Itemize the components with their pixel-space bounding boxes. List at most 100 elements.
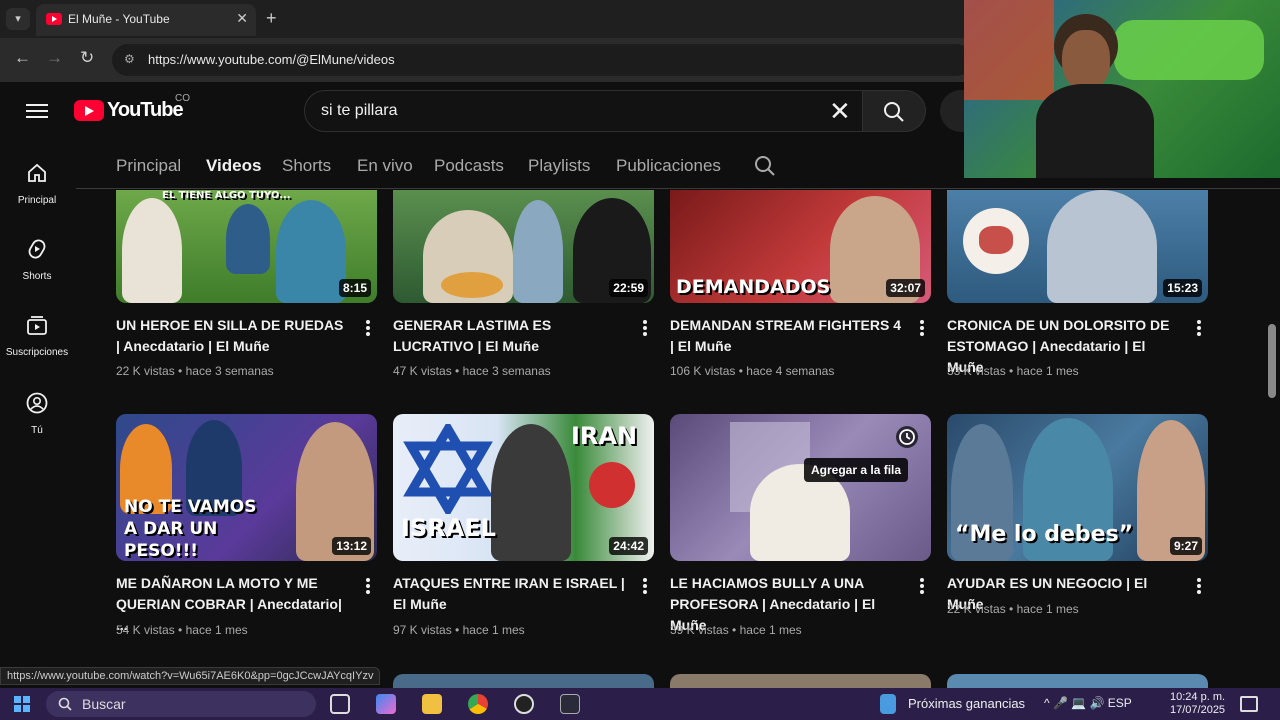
- search-input[interactable]: si te pillara ✕: [304, 90, 864, 132]
- more-actions-icon[interactable]: [1197, 320, 1201, 338]
- tab-podcasts[interactable]: Podcasts: [434, 156, 504, 176]
- video-duration: 9:27: [1169, 537, 1202, 555]
- video-views: 22 K vistas: [947, 602, 1006, 616]
- thumbnail-figure: [276, 200, 346, 303]
- tab-en-vivo[interactable]: En vivo: [357, 156, 413, 176]
- news-widget-icon[interactable]: [880, 694, 896, 714]
- webcam-graffiti: [1114, 20, 1264, 80]
- more-actions-icon[interactable]: [920, 320, 924, 338]
- add-to-queue-tooltip: Agregar a la fila: [804, 458, 909, 482]
- more-actions-icon[interactable]: [366, 578, 370, 596]
- sidebar-item-shorts[interactable]: Shorts: [0, 238, 74, 284]
- url-field[interactable]: ⚙ https://www.youtube.com/@ElMune/videos: [112, 44, 972, 76]
- site-info-icon[interactable]: ⚙: [124, 52, 138, 66]
- video-age: hace 1 mes: [739, 623, 802, 637]
- video-title[interactable]: GENERAR LASTIMA ES LUCRATIVO | El Muñe: [393, 315, 625, 357]
- more-actions-icon[interactable]: [643, 578, 647, 596]
- video-thumbnail[interactable]: “Me lo debes” 9:27: [947, 414, 1208, 561]
- taskbar-search-placeholder: Buscar: [82, 696, 126, 712]
- video-thumbnail[interactable]: [670, 674, 931, 688]
- video-thumbnail[interactable]: [947, 674, 1208, 688]
- more-actions-icon[interactable]: [643, 320, 647, 338]
- video-title[interactable]: UN HEROE EN SILLA DE RUEDAS | Anecdatari…: [116, 315, 348, 357]
- tab-search-menu-button[interactable]: ▾: [6, 8, 30, 30]
- more-actions-icon[interactable]: [1197, 578, 1201, 596]
- youtube-logo-icon[interactable]: [74, 100, 104, 121]
- tab-close-icon[interactable]: ✕: [236, 10, 248, 27]
- chrome-icon[interactable]: [468, 694, 488, 714]
- video-views: 54 K vistas: [116, 623, 175, 637]
- thumbnail-overlay-text-secondary: IRAN: [571, 422, 638, 450]
- video-thumbnail[interactable]: EL TIENE ALGO TUYO... 8:15: [116, 190, 377, 303]
- notifications-icon[interactable]: [1240, 696, 1258, 712]
- new-tab-button[interactable]: +: [266, 8, 277, 28]
- video-thumbnail[interactable]: [393, 674, 654, 688]
- windows-start-icon[interactable]: [14, 696, 30, 712]
- video-duration: 8:15: [338, 279, 371, 297]
- copilot-icon[interactable]: [376, 694, 396, 714]
- davinci-resolve-icon[interactable]: [560, 694, 580, 714]
- home-icon: [28, 163, 46, 182]
- meta-separator: •: [738, 364, 743, 378]
- tab-publicaciones[interactable]: Publicaciones: [616, 156, 721, 176]
- thumbnail-overlay-text: DEMANDADOS: [676, 276, 831, 298]
- video-title[interactable]: ATAQUES ENTRE IRAN E ISRAEL | El Muñe: [393, 573, 625, 615]
- thumbnail-overlay-text: “Me lo debes”: [955, 522, 1134, 547]
- tab-videos[interactable]: Videos: [206, 156, 261, 176]
- webcam-background-art: [964, 0, 1054, 100]
- tab-playlists[interactable]: Playlists: [528, 156, 590, 176]
- taskbar-clock[interactable]: 10:24 p. m. 17/07/2025: [1170, 691, 1225, 717]
- browser-tab[interactable]: El Muñe - YouTube ✕: [36, 4, 256, 36]
- tabs-divider: [76, 188, 1280, 189]
- input-language[interactable]: ESP: [1108, 696, 1132, 710]
- video-views: 106 K vistas: [670, 364, 736, 378]
- sidebar-item-label: Tú: [31, 425, 43, 436]
- thumbnail-overlay-text: NO TE VAMOS A DAR UN PESO!!!: [124, 497, 257, 561]
- video-thumbnail[interactable]: NO TE VAMOS A DAR UN PESO!!! 13:12: [116, 414, 377, 561]
- page-scrollbar[interactable]: [1268, 324, 1276, 398]
- video-duration: 24:42: [609, 537, 648, 555]
- video-thumbnail[interactable]: [670, 414, 931, 561]
- video-thumbnail[interactable]: ISRAEL IRAN 24:42: [393, 414, 654, 561]
- link-status-bar: https://www.youtube.com/watch?v=Wu65i7AE…: [0, 667, 381, 685]
- sidebar-item-principal[interactable]: Principal: [0, 162, 74, 208]
- video-age: hace 1 mes: [1016, 602, 1079, 616]
- back-button[interactable]: ←: [14, 48, 31, 68]
- youtube-wordmark[interactable]: YouTube: [107, 99, 184, 122]
- channel-search-icon[interactable]: [754, 155, 776, 177]
- meta-separator: •: [455, 364, 460, 378]
- watch-later-icon[interactable]: [896, 426, 918, 448]
- reload-button[interactable]: ↻: [80, 48, 94, 68]
- taskbar-search-input[interactable]: Buscar: [46, 691, 316, 717]
- video-thumbnail[interactable]: 15:23: [947, 190, 1208, 303]
- video-duration: 13:12: [332, 537, 371, 555]
- more-actions-icon[interactable]: [920, 578, 924, 596]
- tab-principal[interactable]: Principal: [116, 156, 181, 176]
- thumbnail-figure: [1047, 190, 1157, 303]
- video-thumbnail[interactable]: 22:59: [393, 190, 654, 303]
- sidebar-item-tu[interactable]: Tú: [0, 392, 74, 438]
- guide-menu-button[interactable]: [26, 100, 48, 120]
- video-age: hace 3 semanas: [462, 364, 551, 378]
- task-view-icon[interactable]: [330, 694, 350, 714]
- file-explorer-icon[interactable]: [422, 694, 442, 714]
- video-title[interactable]: DEMANDAN STREAM FIGHTERS 4 | El Muñe: [670, 315, 902, 357]
- video-views: 33 K vistas: [947, 364, 1006, 378]
- thumbnail-figure: [122, 198, 182, 303]
- iran-flag-emblem-icon: [589, 462, 635, 508]
- system-tray[interactable]: ^ 🎤 💻 🔊 ESP: [1044, 696, 1132, 710]
- sidebar-item-label: Suscripciones: [5, 347, 69, 358]
- sidebar-item-suscripciones[interactable]: Suscripciones: [0, 314, 74, 360]
- forward-button[interactable]: →: [46, 48, 63, 68]
- tab-shorts[interactable]: Shorts: [282, 156, 331, 176]
- video-metadata: 39 K vistas • hace 1 mes: [670, 623, 802, 637]
- obs-icon[interactable]: [514, 694, 534, 714]
- news-widget-text[interactable]: Próximas ganancias: [908, 696, 1025, 711]
- video-thumbnail[interactable]: DEMANDADOS 32:07: [670, 190, 931, 303]
- clear-search-icon[interactable]: ✕: [829, 97, 851, 125]
- video-metadata: 33 K vistas • hace 1 mes: [947, 364, 1079, 378]
- search-button[interactable]: [862, 90, 926, 132]
- windows-taskbar: Buscar Próximas ganancias ^ 🎤 💻 🔊 ESP 10…: [0, 688, 1280, 720]
- more-actions-icon[interactable]: [366, 320, 370, 338]
- video-views: 22 K vistas: [116, 364, 175, 378]
